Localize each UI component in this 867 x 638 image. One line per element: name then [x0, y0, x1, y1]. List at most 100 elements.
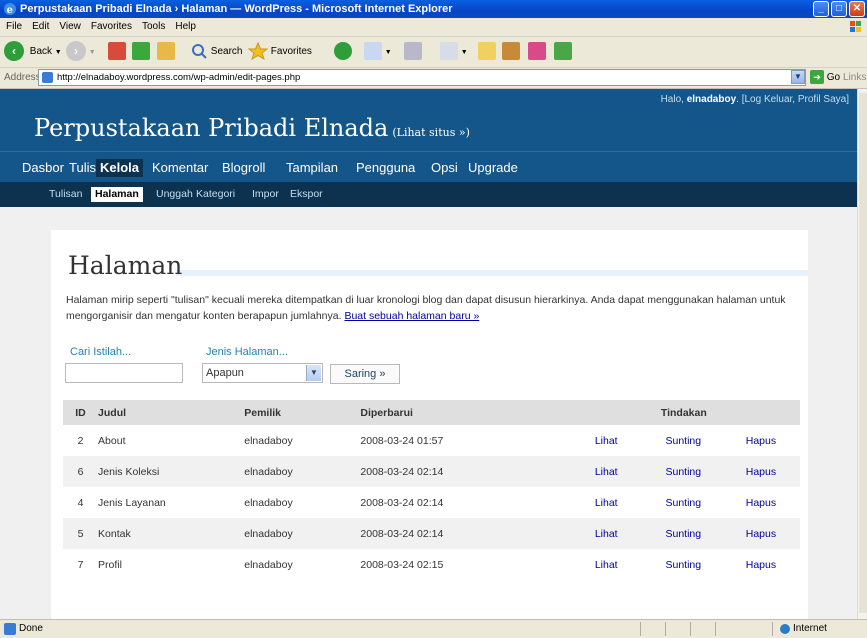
- menu-item-kelola[interactable]: Kelola: [96, 159, 144, 177]
- media-icon: [554, 42, 572, 61]
- view-link[interactable]: Lihat: [595, 528, 618, 540]
- delete-link[interactable]: Hapus: [746, 497, 776, 509]
- stop-icon: [108, 42, 126, 61]
- menu-item-pengguna[interactable]: Pengguna: [356, 159, 415, 177]
- username[interactable]: elnadaboy: [687, 94, 736, 105]
- search-button[interactable]: Search: [190, 41, 242, 63]
- menu-item-dasbor[interactable]: Dasbor: [22, 159, 64, 177]
- browser-toolbar: ‹ Back ▼ › ▼ Search Favorites ▼ ▼: [0, 37, 867, 68]
- view-link[interactable]: Lihat: [595, 497, 618, 509]
- menu-view[interactable]: View: [59, 21, 81, 32]
- go-button[interactable]: ➔ Go: [810, 70, 840, 86]
- security-zone: Internet: [793, 623, 827, 634]
- vertical-scrollbar[interactable]: [857, 89, 867, 619]
- chevron-down-icon: ▼: [306, 365, 321, 381]
- table-header-row: ID Judul Pemilik Diperbarui Tindakan: [63, 400, 800, 425]
- scrollbar-thumb[interactable]: [859, 93, 867, 613]
- minimize-button[interactable]: _: [813, 1, 829, 17]
- intro-text: Halaman mirip seperti "tulisan" kecuali …: [66, 294, 786, 322]
- refresh-button[interactable]: [132, 41, 150, 63]
- edit-link[interactable]: Sunting: [666, 528, 702, 540]
- stop-button[interactable]: [108, 41, 126, 63]
- row-id: 2: [77, 434, 84, 447]
- row-id: 5: [63, 518, 99, 549]
- address-input[interactable]: http://elnadaboy.wordpress.com/wp-admin/…: [38, 69, 806, 86]
- filter-button[interactable]: Saring »: [330, 364, 400, 384]
- delete-link[interactable]: Hapus: [746, 559, 776, 571]
- row-owner: elnadaboy: [244, 456, 361, 487]
- delete-link[interactable]: Hapus: [746, 466, 776, 478]
- edit-icon: [440, 42, 458, 61]
- home-button[interactable]: [157, 41, 175, 63]
- menu-item-opsi[interactable]: Opsi: [431, 159, 458, 177]
- delete-link[interactable]: Hapus: [746, 435, 776, 447]
- view-link[interactable]: Lihat: [595, 435, 618, 447]
- status-divider: [715, 622, 716, 636]
- research-button[interactable]: [502, 41, 520, 63]
- content-wrap: Halaman Halaman mirip seperti "tulisan" …: [51, 230, 808, 619]
- menu-favorites[interactable]: Favorites: [91, 21, 132, 32]
- ie-logo-icon: e: [4, 3, 16, 16]
- edit-link[interactable]: Sunting: [666, 466, 702, 478]
- menu-item-tampilan[interactable]: Tampilan: [286, 159, 338, 177]
- view-site-link[interactable]: (Lihat situs »): [392, 126, 470, 139]
- row-title: About: [98, 434, 126, 447]
- folder-button[interactable]: [478, 41, 496, 63]
- delete-link[interactable]: Hapus: [746, 528, 776, 540]
- print-button[interactable]: [404, 41, 422, 63]
- menu-tools[interactable]: Tools: [142, 21, 165, 32]
- maximize-button[interactable]: □: [831, 1, 847, 17]
- back-button[interactable]: ‹ Back ▼: [4, 41, 62, 63]
- submenu-item-kategori[interactable]: Kategori: [196, 187, 235, 202]
- edit-button[interactable]: ▼: [440, 41, 468, 63]
- forward-arrow-icon: ›: [66, 41, 86, 62]
- submenu-item-tulisan[interactable]: Tulisan: [49, 187, 82, 202]
- media-button[interactable]: [554, 41, 572, 63]
- search-input[interactable]: [65, 363, 183, 383]
- address-label: Address: [4, 72, 41, 83]
- status-text: Done: [19, 623, 43, 634]
- forward-button[interactable]: › ▼: [66, 41, 96, 63]
- page-icon: [42, 72, 53, 83]
- menu-item-blogroll[interactable]: Blogroll: [222, 159, 265, 177]
- edit-link[interactable]: Sunting: [666, 559, 702, 571]
- research-icon: [502, 42, 520, 61]
- menu-edit[interactable]: Edit: [32, 21, 49, 32]
- submenu-item-halaman[interactable]: Halaman: [91, 187, 143, 202]
- address-dropdown-button[interactable]: ▼: [791, 70, 805, 84]
- new-page-link[interactable]: Buat sebuah halaman baru »: [344, 310, 479, 322]
- page-type-label: Jenis Halaman...: [206, 346, 288, 358]
- page-done-icon: [4, 623, 16, 635]
- edit-link[interactable]: Sunting: [666, 497, 702, 509]
- menu-item-upgrade[interactable]: Upgrade: [468, 159, 518, 177]
- menu-help[interactable]: Help: [175, 21, 196, 32]
- view-link[interactable]: Lihat: [595, 559, 618, 571]
- col-header-id: ID: [63, 400, 99, 425]
- heading-underline: [176, 270, 808, 276]
- menu-item-tulis[interactable]: Tulis: [69, 159, 96, 177]
- favorites-button[interactable]: Favorites: [247, 41, 312, 63]
- close-button[interactable]: ✕: [849, 1, 865, 17]
- links-button[interactable]: Links: [843, 72, 866, 83]
- menu-file[interactable]: File: [6, 21, 22, 32]
- submenu-item-unggah[interactable]: Unggah: [156, 187, 193, 202]
- row-id: 4: [77, 496, 84, 509]
- row-updated: 2008-03-24 02:14: [360, 456, 568, 487]
- mail-button[interactable]: ▼: [364, 41, 392, 63]
- pages-table: ID Judul Pemilik Diperbarui Tindakan 2 A…: [63, 400, 800, 580]
- table-row: 5 Kontak elnadaboy 2008-03-24 02:14 Liha…: [63, 518, 800, 549]
- row-title: Profil: [98, 558, 122, 571]
- table-row: 7 Profil elnadaboy 2008-03-24 02:15 Liha…: [63, 549, 800, 580]
- status-divider: [690, 622, 691, 636]
- star-icon: [247, 42, 269, 61]
- view-link[interactable]: Lihat: [595, 466, 618, 478]
- submenu-item-impor[interactable]: Impor: [252, 187, 279, 202]
- page-type-select[interactable]: Apapun ▼: [202, 363, 323, 383]
- messenger-button[interactable]: [528, 41, 546, 63]
- submenu-item-ekspor[interactable]: Ekspor: [290, 187, 323, 202]
- user-links[interactable]: . [Log Keluar, Profil Saya]: [736, 94, 849, 105]
- menu-item-komentar[interactable]: Komentar: [152, 159, 208, 177]
- history-button[interactable]: [334, 41, 352, 63]
- edit-link[interactable]: Sunting: [666, 435, 702, 447]
- window-title-bar[interactable]: e Perpustakaan Pribadi Elnada › Halaman …: [0, 0, 867, 18]
